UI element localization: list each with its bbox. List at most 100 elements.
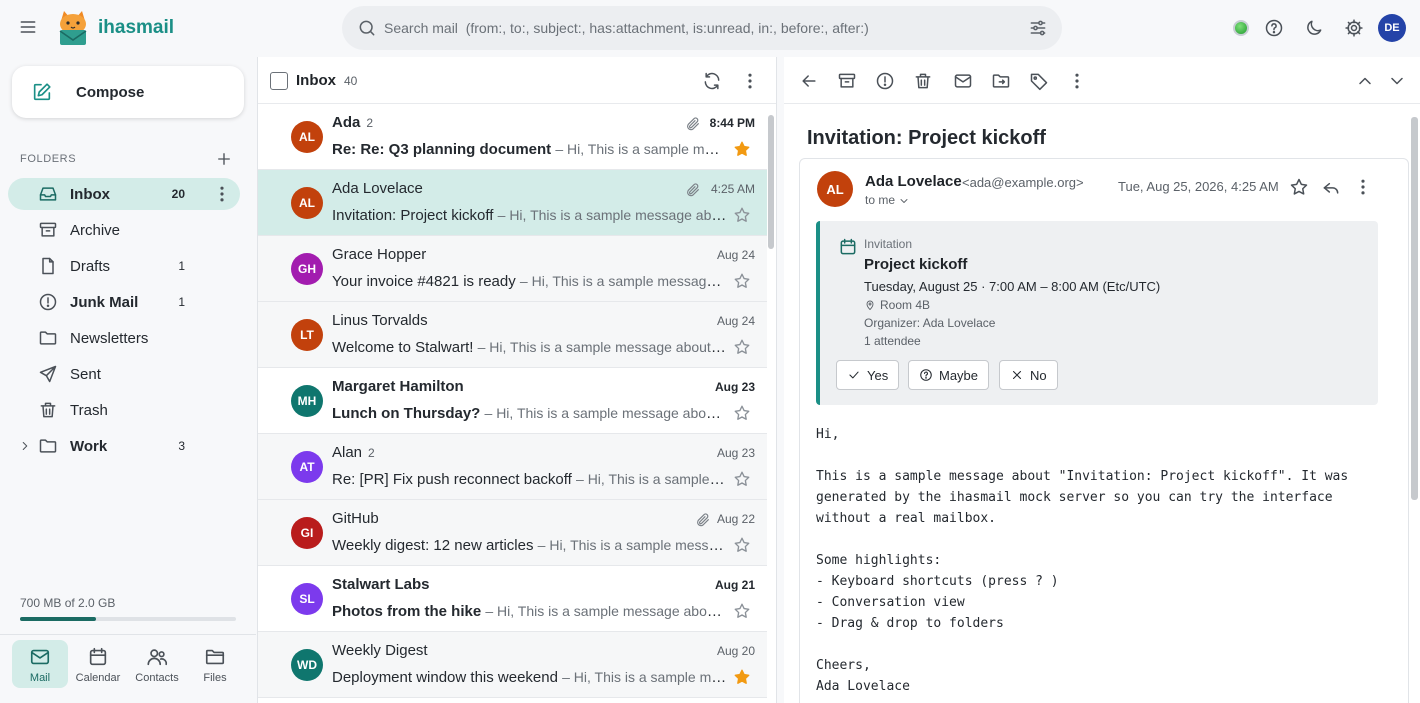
storage-usage-bar <box>20 617 236 621</box>
nav-mail[interactable]: Mail <box>12 640 68 688</box>
chevron-up-icon[interactable] <box>1355 71 1375 91</box>
folder-newsletters[interactable]: Newsletters <box>8 322 240 354</box>
star-icon[interactable] <box>733 536 751 554</box>
message-date: 8:44 PM <box>709 116 755 130</box>
top-bar: ihasmail DE <box>0 0 1420 57</box>
invitation-location: Room 4B <box>864 298 930 312</box>
trash-icon[interactable] <box>913 71 933 91</box>
rsvp-yes-button[interactable]: Yes <box>836 360 900 390</box>
nav-files[interactable]: Files <box>187 640 243 688</box>
recipients-toggle[interactable]: to me <box>865 193 910 207</box>
mark-unread-mail-icon[interactable] <box>953 71 973 91</box>
refresh-icon[interactable] <box>702 71 722 91</box>
sender-avatar: GH <box>291 253 323 285</box>
help-icon[interactable] <box>1264 18 1284 38</box>
reply-icon[interactable] <box>1321 177 1341 197</box>
folder-label: Inbox <box>70 186 110 203</box>
message-row[interactable]: SL Stalwart Labs Aug 21 Photos from the hik… <box>258 566 767 632</box>
rsvp-maybe-button[interactable]: Maybe <box>908 360 990 390</box>
message-list-scrollbar[interactable] <box>768 115 774 249</box>
search-bar[interactable] <box>342 6 1062 50</box>
folder-archive[interactable]: Archive <box>8 214 240 246</box>
settings-gear-icon[interactable] <box>1344 18 1364 38</box>
user-avatar[interactable]: DE <box>1378 14 1406 42</box>
subject-preview: Re: [PR] Fix push reconnect backoff – Hi… <box>332 471 727 488</box>
star-icon[interactable] <box>733 206 751 224</box>
message-row[interactable]: WD Weekly Digest Aug 20 Deployment window t… <box>258 632 767 698</box>
star-icon[interactable] <box>733 404 751 422</box>
dark-mode-icon[interactable] <box>1304 18 1324 38</box>
report-spam-icon[interactable] <box>875 71 895 91</box>
message-preview: – Hi, This is a sample message about "Ph… <box>485 603 727 619</box>
invitation-type: Invitation <box>864 237 913 251</box>
folder-icon <box>38 436 58 456</box>
folder-label: Work <box>70 438 108 455</box>
folder-sent[interactable]: Sent <box>8 358 240 390</box>
inbox-icon <box>38 184 58 204</box>
message-row[interactable]: AT Alan 2 Aug 23 Re: [PR] Fix push reconnect… <box>258 434 767 500</box>
star-icon[interactable] <box>733 470 751 488</box>
sender-name[interactable]: Ada Lovelace <box>865 173 962 190</box>
star-icon[interactable] <box>733 602 751 620</box>
sender-label: Linus Torvalds <box>332 312 428 329</box>
message-row[interactable]: GH Grace Hopper Aug 24 Your invoice #4821 i… <box>258 236 767 302</box>
add-folder-icon[interactable] <box>215 150 233 168</box>
paperclip-icon <box>685 116 701 132</box>
star-icon[interactable] <box>1289 177 1309 197</box>
back-arrow-icon[interactable] <box>799 71 819 91</box>
star-icon[interactable] <box>733 140 751 158</box>
message-date: Aug 21 <box>714 578 755 592</box>
folder-icon <box>38 328 58 348</box>
more-vertical-icon[interactable] <box>740 71 760 91</box>
more-vertical-icon[interactable] <box>1067 71 1087 91</box>
message-row[interactable]: LT Linus Torvalds Aug 24 Welcome to Stalwar… <box>258 302 767 368</box>
folder-trash[interactable]: Trash <box>8 394 240 426</box>
more-vertical-icon[interactable] <box>212 184 232 204</box>
search-filter-icon[interactable] <box>1028 18 1048 38</box>
archive-icon[interactable] <box>837 71 857 91</box>
nav-label: Mail <box>29 672 51 684</box>
nav-calendar[interactable]: Calendar <box>70 640 126 688</box>
folder-drafts[interactable]: Drafts 1 <box>8 250 240 282</box>
reader-scrollbar[interactable] <box>1411 117 1418 500</box>
subject-preview: Weekly digest: 12 new articles – Hi, Thi… <box>332 537 727 554</box>
folder-inbox[interactable]: Inbox 20 <box>8 178 240 210</box>
message-body: Hi, This is a sample message about "Invi… <box>816 427 1349 694</box>
compose-button[interactable]: Compose <box>12 66 244 118</box>
sender-name: Ada 2 <box>332 114 373 131</box>
sender-name: Ada Lovelace <box>332 180 423 197</box>
thread-count: 2 <box>366 116 374 130</box>
rsvp-maybe-label: Maybe <box>939 367 979 383</box>
star-icon[interactable] <box>733 338 751 356</box>
invitation-time: Tuesday, August 25 · 7:00 AM – 8:00 AM (… <box>864 279 1161 294</box>
paperclip-icon <box>685 182 701 198</box>
calendar-invitation-card: Invitation Project kickoff Tuesday, Augu… <box>816 221 1378 405</box>
file-icon <box>38 256 58 276</box>
message-row[interactable]: AL Ada 2 8:44 PM Re: Re: Q3 planning documen… <box>258 104 767 170</box>
folder-label: Drafts <box>70 258 111 275</box>
chevron-right-icon[interactable] <box>18 439 32 453</box>
message-preview: – Hi, This is a sample message about "Yo… <box>519 273 727 289</box>
select-all-checkbox[interactable] <box>270 72 288 90</box>
label-tag-icon[interactable] <box>1029 71 1049 91</box>
more-vertical-icon[interactable] <box>1353 177 1373 197</box>
message-row[interactable]: GI GitHub Aug 22 Weekly digest: 12 new arti… <box>258 500 767 566</box>
message-row[interactable]: MH Margaret Hamilton Aug 23 Lunch on Thursd… <box>258 368 767 434</box>
chevron-down-icon[interactable] <box>1387 71 1407 91</box>
folder-label: Junk Mail <box>70 294 139 311</box>
move-to-folder-icon[interactable] <box>991 71 1011 91</box>
star-icon[interactable] <box>733 272 751 290</box>
nav-contacts[interactable]: Contacts <box>129 640 185 688</box>
message-subject: Lunch on Thursday? <box>332 405 481 422</box>
search-input[interactable] <box>384 18 1024 38</box>
folder-label: Sent <box>70 366 101 383</box>
message-row[interactable]: AL Ada Lovelace 4:25 AM Invitation: Project… <box>258 170 767 236</box>
folder-work[interactable]: Work 3 <box>8 430 240 462</box>
calendar-icon <box>838 237 858 257</box>
check-icon <box>849 371 859 379</box>
rsvp-yes-label: Yes <box>867 367 889 383</box>
menu-icon[interactable] <box>18 17 38 37</box>
rsvp-no-button[interactable]: No <box>999 360 1058 390</box>
folder-junk-mail[interactable]: Junk Mail 1 <box>8 286 240 318</box>
star-icon[interactable] <box>733 668 751 686</box>
